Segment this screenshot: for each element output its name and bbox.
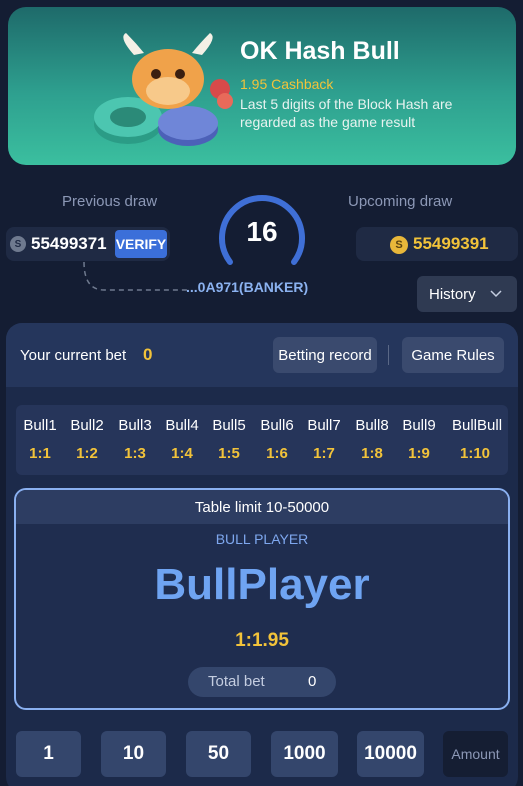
odds-name: Bull2 (70, 417, 104, 434)
total-bet-pill: Total bet 0 (188, 667, 336, 697)
divider (388, 345, 389, 365)
odds-value: 1:3 (124, 445, 146, 462)
bull-player-bet-area[interactable]: Table limit 10-50000 BULL PLAYER BullPla… (14, 488, 510, 710)
chip-10[interactable]: 10 (101, 731, 166, 777)
connector-line (83, 262, 190, 291)
verify-button[interactable]: VERIFY (115, 230, 167, 258)
total-bet-label: Total bet (208, 673, 265, 690)
bet-area-odds: 1:1.95 (235, 630, 289, 651)
history-dropdown[interactable]: History (417, 276, 517, 312)
odds-name: Bull6 (260, 417, 294, 434)
odds-value: 1:9 (408, 445, 430, 462)
odds-name: Bull3 (118, 417, 152, 434)
coin-icon: S (390, 236, 408, 254)
current-bet-value: 0 (143, 345, 153, 364)
odds-value: 1:7 (313, 445, 335, 462)
odds-value: 1:5 (218, 445, 240, 462)
odds-name: Bull4 (165, 417, 199, 434)
upcoming-draw-label: Upcoming draw (348, 193, 453, 210)
odds-value: 1:2 (76, 445, 98, 462)
upcoming-draw-number: 55499391 (413, 234, 489, 253)
game-banner: OK Hash Bull 1.95 Cashback Last 5 digits… (8, 7, 516, 165)
bet-area-subtitle: BULL PLAYER (215, 531, 309, 547)
odds-value: 1:6 (266, 445, 288, 462)
total-bet-value: 0 (308, 673, 317, 690)
chip-1000[interactable]: 1000 (271, 731, 338, 777)
chip-10000[interactable]: 10000 (357, 731, 424, 777)
history-label: History (429, 285, 476, 303)
countdown-number: 16 (246, 216, 278, 247)
cashback-text: 1.95 Cashback (240, 76, 334, 92)
coin-icon: S (10, 236, 26, 252)
chip-50[interactable]: 50 (186, 731, 251, 777)
previous-draw-number: 55499371 (31, 234, 107, 253)
game-description: Last 5 digits of the Block Hash are rega… (240, 96, 453, 130)
odds-name: Bull5 (212, 417, 246, 434)
table-limit: Table limit 10-50000 (16, 490, 508, 524)
chip-1[interactable]: 1 (16, 731, 81, 777)
bet-area-title: BullPlayer (154, 560, 370, 609)
odds-value: 1:1 (29, 445, 51, 462)
odds-name: Bull9 (402, 417, 436, 434)
game-title: OK Hash Bull (240, 37, 400, 65)
bull-mascot-icon (94, 33, 233, 146)
amount-input[interactable]: Amount (443, 731, 508, 777)
betting-record-button[interactable]: Betting record (273, 337, 377, 373)
odds-value: 1:10 (459, 445, 491, 462)
odds-table: Bull1 1:1 Bull2 1:2 Bull3 1:3 Bull4 1:4 … (16, 405, 508, 475)
previous-draw-label: Previous draw (62, 193, 158, 210)
odds-name: Bull8 (355, 417, 389, 434)
odds-name: BullBull (452, 417, 503, 434)
odds-name: Bull1 (23, 417, 57, 434)
hash-result: ...0A971(BANKER) (186, 279, 309, 295)
current-bet-label: Your current bet (20, 347, 127, 364)
game-rules-button[interactable]: Game Rules (402, 337, 504, 373)
odds-value: 1:8 (361, 445, 383, 462)
odds-value: 1:4 (171, 445, 193, 462)
chevron-down-icon (490, 290, 502, 298)
odds-name: Bull7 (307, 417, 341, 434)
